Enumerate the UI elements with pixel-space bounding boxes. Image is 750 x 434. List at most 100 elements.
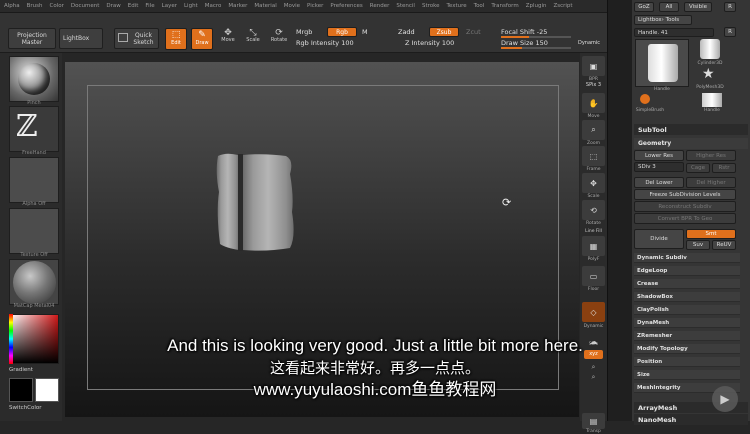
- goz-button[interactable]: GoZ: [634, 2, 654, 12]
- menu-tool[interactable]: Tool: [474, 3, 485, 9]
- polymesh3d-icon[interactable]: ★: [702, 66, 715, 82]
- dynamic-button[interactable]: Dynamic: [578, 40, 600, 46]
- menu-brush[interactable]: Brush: [27, 3, 43, 9]
- suv-toggle[interactable]: Suv: [686, 240, 710, 250]
- simplebrush-icon[interactable]: [640, 94, 650, 104]
- z-intensity-slider[interactable]: Z Intensity 100: [405, 39, 454, 47]
- move-button[interactable]: ✥ Move: [216, 29, 240, 44]
- menu-marker[interactable]: Marker: [228, 3, 247, 9]
- visible-button[interactable]: Visible: [684, 2, 712, 12]
- dynamic-subdiv-item[interactable]: Dynamic Subdiv: [634, 253, 740, 263]
- all-button[interactable]: All: [659, 2, 679, 12]
- focal-shift-slider[interactable]: Focal Shift -25: [501, 28, 547, 36]
- dynamic-perspective-button[interactable]: ◇: [582, 302, 605, 322]
- menu-edit[interactable]: Edit: [128, 3, 139, 9]
- sdiv-slider[interactable]: SDiv 3: [634, 162, 684, 172]
- zadd-button[interactable]: Zadd: [398, 28, 415, 36]
- move-label: Move: [221, 37, 235, 43]
- stroke-thumbnail[interactable]: ℤ: [9, 106, 59, 152]
- menu-zscript[interactable]: Zscript: [553, 3, 572, 9]
- draw-size-track[interactable]: [501, 47, 571, 49]
- draw-button[interactable]: ✎ Draw: [191, 28, 213, 50]
- r-tool-button[interactable]: R: [724, 27, 736, 37]
- reconstruct-subdiv-button[interactable]: Reconstruct Subdiv: [634, 201, 736, 212]
- m-button[interactable]: M: [362, 28, 368, 36]
- zsub-button[interactable]: Zsub: [429, 27, 459, 37]
- menu-document[interactable]: Document: [71, 3, 100, 9]
- menu-transform[interactable]: Transform: [491, 3, 518, 9]
- bpr-button[interactable]: ▣: [582, 56, 605, 76]
- line-fill-button[interactable]: Line Fill: [580, 229, 607, 234]
- menu-file[interactable]: File: [145, 3, 154, 9]
- reuv-button[interactable]: ReUV: [712, 240, 736, 250]
- crease-item[interactable]: Crease: [634, 279, 740, 289]
- rgb-intensity-slider[interactable]: Rgb Intensity 100: [296, 39, 354, 47]
- dynamesh-item[interactable]: DynaMesh: [634, 318, 740, 328]
- subtool-header[interactable]: SubTool: [634, 124, 748, 135]
- scale-view-button[interactable]: ✥: [582, 173, 605, 193]
- lightbox-button[interactable]: LightBox: [59, 28, 103, 49]
- menu-texture[interactable]: Texture: [447, 3, 467, 9]
- menu-movie[interactable]: Movie: [284, 3, 300, 9]
- del-higher-button[interactable]: Del Higher: [686, 177, 736, 188]
- current-tool-thumbnail[interactable]: [635, 39, 689, 87]
- edit-button[interactable]: ⬚ Edit: [165, 28, 187, 50]
- r-button[interactable]: R: [724, 2, 736, 12]
- texture-thumbnail[interactable]: [9, 208, 59, 254]
- rotate-view-button[interactable]: ⟲: [582, 200, 605, 220]
- edgeloop-item[interactable]: EdgeLoop: [634, 266, 740, 276]
- scroll-button[interactable]: ✋: [582, 93, 605, 113]
- menu-light[interactable]: Light: [184, 3, 198, 9]
- divide-button[interactable]: Divide: [634, 229, 684, 249]
- switch-color-label[interactable]: SwitchColor: [9, 405, 59, 411]
- polyf-button[interactable]: ▦: [582, 236, 605, 256]
- transp-button[interactable]: ▤: [582, 413, 605, 429]
- convert-bpr-button[interactable]: Convert BPR To Geo: [634, 213, 736, 224]
- geometry-header[interactable]: Geometry: [634, 138, 748, 149]
- menu-color[interactable]: Color: [50, 3, 64, 9]
- quick-sketch-button[interactable]: Quick Sketch: [114, 28, 159, 49]
- smt-toggle[interactable]: Smt: [686, 229, 736, 239]
- lower-res-button[interactable]: Lower Res: [634, 150, 684, 161]
- menu-zplugin[interactable]: Zplugin: [526, 3, 547, 9]
- menu-layer[interactable]: Layer: [162, 3, 177, 9]
- handle-subtool-icon[interactable]: [702, 93, 722, 107]
- handle-model[interactable]: [214, 152, 298, 254]
- nanomesh-header[interactable]: NanoMesh: [634, 414, 748, 425]
- current-tool-slider[interactable]: Handle. 41: [634, 28, 714, 37]
- freeze-subdivision-button[interactable]: Freeze SubDivision Levels: [634, 189, 736, 200]
- scale-button[interactable]: ⤡ Scale: [241, 29, 265, 44]
- claypolish-item[interactable]: ClayPolish: [634, 305, 740, 315]
- menu-material[interactable]: Material: [254, 3, 276, 9]
- spix-slider[interactable]: SPix 3: [580, 82, 607, 88]
- lightbox-tools-button[interactable]: Lightbox› Tools: [634, 15, 692, 25]
- menu-preferences[interactable]: Preferences: [330, 3, 362, 9]
- menu-stencil[interactable]: Stencil: [396, 3, 415, 9]
- menu-macro[interactable]: Macro: [205, 3, 222, 9]
- rgb-button[interactable]: Rgb: [327, 27, 357, 37]
- zoom-button[interactable]: ⌕: [582, 120, 605, 140]
- menu-alpha[interactable]: Alpha: [4, 3, 20, 9]
- draw-size-slider[interactable]: Draw Size 150: [501, 39, 548, 47]
- menu-stroke[interactable]: Stroke: [422, 3, 440, 9]
- cage-button[interactable]: Cage: [686, 163, 710, 173]
- menu-draw[interactable]: Draw: [106, 3, 120, 9]
- material-thumbnail[interactable]: [9, 259, 59, 305]
- shadowbox-item[interactable]: ShadowBox: [634, 292, 740, 302]
- brush-thumbnail[interactable]: [9, 56, 59, 102]
- focal-shift-track[interactable]: [501, 36, 571, 38]
- projection-master-button[interactable]: Projection Master: [8, 28, 56, 49]
- rotate-button[interactable]: ⟳ Rotate: [267, 29, 291, 44]
- floor-button[interactable]: ▭: [582, 266, 605, 286]
- mrgb-button[interactable]: Mrgb: [296, 28, 312, 36]
- higher-res-button[interactable]: Higher Res: [686, 150, 736, 161]
- menu-picker[interactable]: Picker: [307, 3, 323, 9]
- rstr-button[interactable]: Rstr: [712, 163, 736, 173]
- zcut-button[interactable]: Zcut: [466, 28, 481, 36]
- focal-shift-fill: [501, 36, 529, 38]
- menu-render[interactable]: Render: [370, 3, 390, 9]
- frame-button[interactable]: ⬚: [582, 146, 605, 166]
- cylinder3d-icon[interactable]: [700, 39, 720, 59]
- alpha-thumbnail[interactable]: [9, 157, 59, 203]
- del-lower-button[interactable]: Del Lower: [634, 177, 684, 188]
